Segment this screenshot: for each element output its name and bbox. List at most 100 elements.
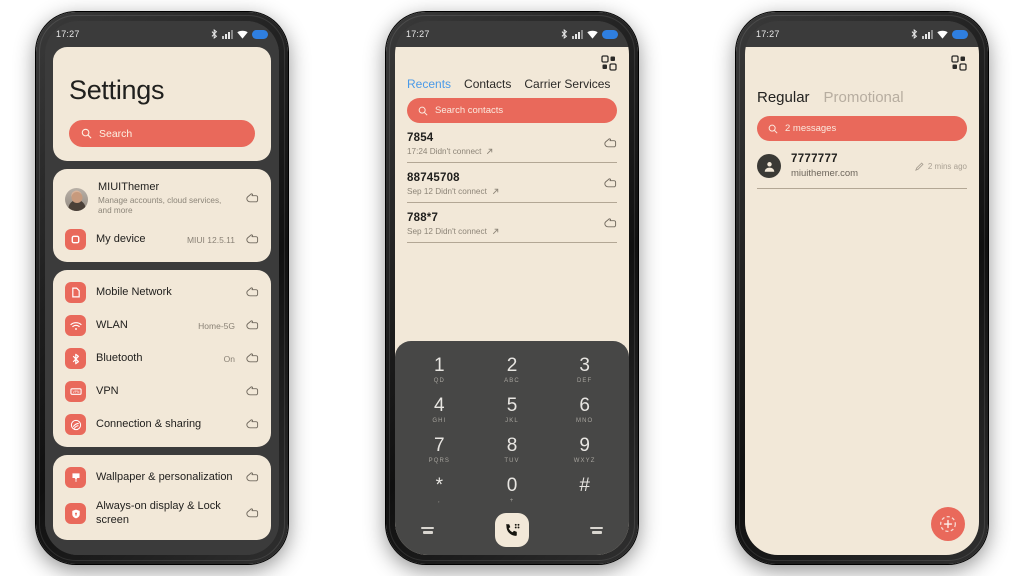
hand-cursor-icon bbox=[246, 319, 259, 329]
apps-grid-icon[interactable] bbox=[601, 55, 617, 71]
message-time: 2 mins ago bbox=[927, 161, 967, 171]
sidebar-item-bluetooth[interactable]: Bluetooth On bbox=[53, 342, 271, 375]
dialpad-key-3[interactable]: 3 DEF bbox=[548, 351, 621, 389]
lock-icon bbox=[65, 503, 86, 525]
settings-group-account: MIUIThemer Manage accounts, cloud servic… bbox=[53, 169, 271, 263]
tab-carrier-services[interactable]: Carrier Services bbox=[524, 77, 610, 91]
dialpad-key-5[interactable]: 5 JKL bbox=[476, 391, 549, 429]
sidebar-item-mobile-network[interactable]: Mobile Network bbox=[53, 276, 271, 309]
avatar bbox=[757, 154, 781, 178]
apps-grid-icon[interactable] bbox=[951, 55, 967, 71]
call-number: 7854 bbox=[407, 132, 434, 144]
right-hint-bars-icon[interactable] bbox=[590, 526, 603, 534]
tab-regular[interactable]: Regular bbox=[757, 89, 810, 106]
dialpad-key-9[interactable]: 9 WXYZ bbox=[548, 431, 621, 469]
svg-text:VPN: VPN bbox=[72, 390, 79, 394]
hand-cursor-icon bbox=[246, 352, 259, 362]
tab-promotional[interactable]: Promotional bbox=[824, 89, 904, 106]
plus-icon bbox=[940, 516, 956, 532]
search-contacts-input[interactable]: Search contacts bbox=[407, 98, 617, 123]
row-value: MIUI 12.5.11 bbox=[186, 234, 235, 245]
sidebar-item-vpn[interactable]: VPN VPN bbox=[53, 375, 271, 408]
row-label: VPN bbox=[96, 384, 119, 397]
search-icon bbox=[768, 124, 778, 134]
row-sub: Manage accounts, cloud services, and mor… bbox=[98, 195, 222, 216]
hand-cursor-icon bbox=[246, 385, 259, 395]
hand-cursor-icon bbox=[246, 471, 259, 481]
hand-cursor-icon bbox=[246, 508, 259, 518]
row-label: My device bbox=[96, 232, 146, 245]
key-letters: JKL bbox=[505, 417, 519, 424]
phone-dialpad-icon bbox=[505, 523, 519, 536]
phones-stage: 17:27 Settings Search MIUIThemer Manage … bbox=[0, 0, 1024, 576]
signal-icon bbox=[922, 29, 933, 39]
dialpad-key-star[interactable]: *, bbox=[403, 471, 476, 509]
hand-cursor-icon bbox=[246, 233, 259, 243]
key-digit: 9 bbox=[579, 434, 590, 456]
dialpad-key-1[interactable]: 1 QD bbox=[403, 351, 476, 389]
signal-icon bbox=[572, 29, 583, 39]
key-digit: 2 bbox=[506, 354, 518, 376]
call-meta: 17:24 Didn't connect bbox=[407, 147, 482, 156]
tab-recents[interactable]: Recents bbox=[407, 77, 451, 91]
dialpad-key-4[interactable]: 4 GHI bbox=[403, 391, 476, 429]
sidebar-item-wlan[interactable]: WLAN Home-5G bbox=[53, 309, 271, 342]
search-messages-input[interactable]: 2 messages bbox=[757, 116, 967, 141]
key-digit: 5 bbox=[506, 394, 518, 416]
key-letters: + bbox=[509, 497, 515, 504]
vpn-icon: VPN bbox=[65, 381, 86, 403]
messages-body: Regular Promotional 2 messages 7777777 m… bbox=[745, 47, 979, 555]
wallpaper-icon bbox=[65, 467, 86, 489]
list-item[interactable]: 88745708 Sep 12 Didn't connect bbox=[407, 163, 617, 203]
sidebar-item-my-device[interactable]: My device MIUI 12.5.11 bbox=[53, 223, 271, 256]
dialpad-key-7[interactable]: 7 PQRS bbox=[403, 431, 476, 469]
wifi-icon bbox=[65, 315, 86, 337]
dialpad-key-2[interactable]: 2 ABC bbox=[476, 351, 549, 389]
status-bar: 17:27 bbox=[395, 21, 629, 47]
key-digit: 4 bbox=[434, 394, 445, 416]
key-letters: MNO bbox=[576, 417, 594, 424]
dialpad-key-hash[interactable]: # bbox=[548, 471, 621, 509]
bluetooth-icon bbox=[561, 29, 568, 39]
new-message-fab[interactable] bbox=[931, 507, 965, 541]
row-value: On bbox=[223, 353, 235, 364]
status-time: 17:27 bbox=[406, 29, 430, 39]
status-bar: 17:27 bbox=[45, 21, 279, 47]
settings-scroll[interactable]: Settings Search MIUIThemer Manage accoun… bbox=[45, 47, 279, 555]
wifi-icon bbox=[937, 30, 948, 39]
status-bar: 17:27 bbox=[745, 21, 979, 47]
battery-icon bbox=[252, 29, 268, 39]
row-label: Mobile Network bbox=[96, 285, 172, 298]
wifi-icon bbox=[587, 30, 598, 39]
search-input[interactable]: Search bbox=[69, 120, 255, 147]
bluetooth-icon bbox=[211, 29, 218, 39]
key-digit: * bbox=[435, 474, 444, 496]
dialpad-key-0[interactable]: 0 + bbox=[476, 471, 549, 509]
search-placeholder: Search contacts bbox=[435, 105, 504, 116]
phone-dialer: 17:27 Recents Contacts Carrier Services … bbox=[386, 12, 638, 564]
key-letters: , bbox=[437, 497, 441, 504]
sidebar-item-connection-sharing[interactable]: Connection & sharing bbox=[53, 408, 271, 441]
search-placeholder: Search bbox=[99, 127, 133, 140]
device-icon bbox=[65, 229, 86, 251]
battery-icon bbox=[602, 29, 618, 39]
pencil-icon bbox=[914, 161, 924, 171]
sidebar-item-miuithemer[interactable]: MIUIThemer Manage accounts, cloud servic… bbox=[53, 175, 271, 223]
list-item[interactable]: 7854 17:24 Didn't connect bbox=[407, 123, 617, 163]
sidebar-item-wallpaper[interactable]: Wallpaper & personalization bbox=[53, 461, 271, 494]
dialpad-key-8[interactable]: 8 TUV bbox=[476, 431, 549, 469]
message-preview: miuithemer.com bbox=[791, 168, 859, 179]
row-value: Home-5G bbox=[198, 320, 235, 331]
wifi-icon bbox=[237, 30, 248, 39]
hand-cursor-icon bbox=[246, 418, 259, 428]
dialpad-key-6[interactable]: 6 MNO bbox=[548, 391, 621, 429]
left-hint-bars-icon[interactable] bbox=[421, 526, 434, 534]
settings-group-network: Mobile Network WLAN Home-5G Bluetooth On bbox=[53, 270, 271, 448]
sidebar-item-always-on-display[interactable]: Always-on display & Lock screen bbox=[53, 494, 271, 534]
row-label: Bluetooth bbox=[96, 351, 143, 364]
tab-contacts[interactable]: Contacts bbox=[464, 77, 511, 91]
list-item[interactable]: 788*7 Sep 12 Didn't connect bbox=[407, 203, 617, 243]
call-button[interactable] bbox=[495, 513, 529, 547]
list-item[interactable]: 7777777 miuithemer.com 2 mins ago bbox=[757, 141, 967, 189]
hand-cursor-icon bbox=[246, 286, 259, 296]
